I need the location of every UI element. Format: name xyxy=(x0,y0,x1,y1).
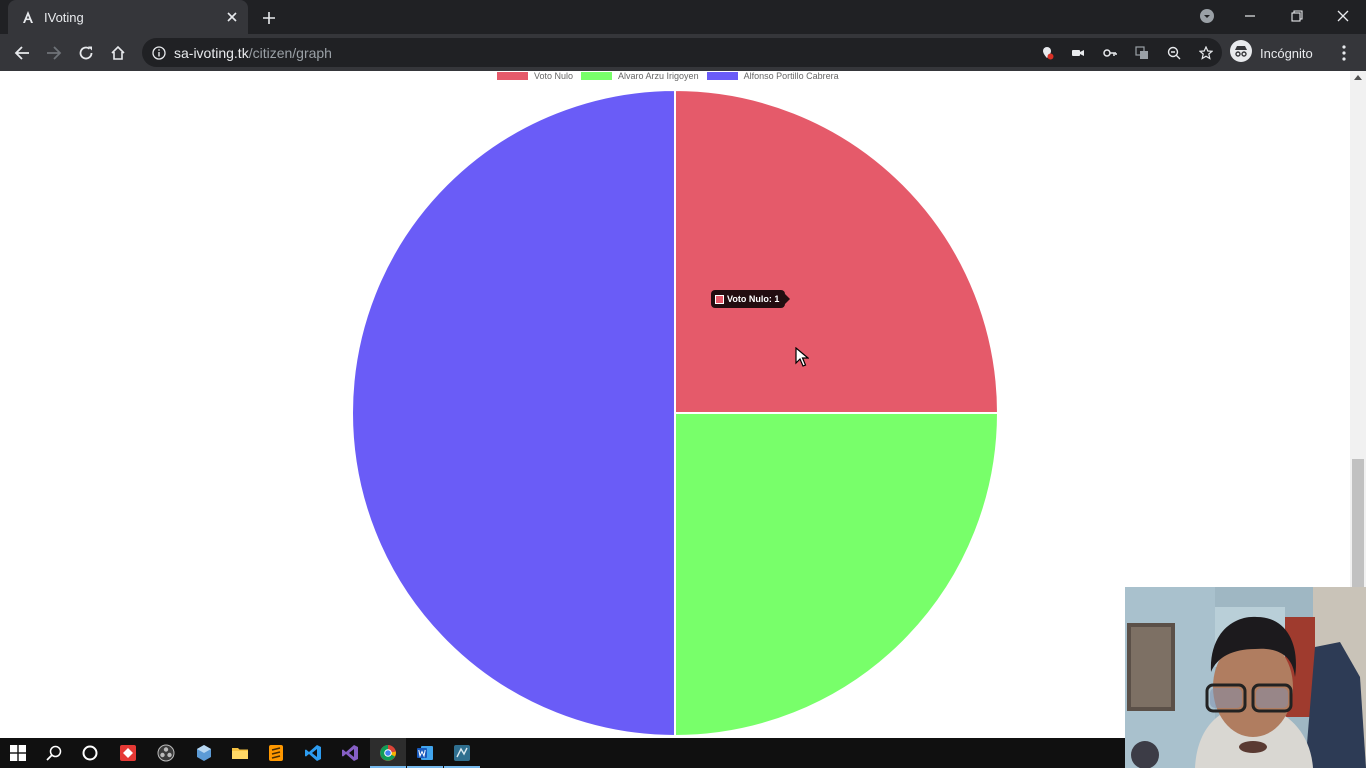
search-icon[interactable] xyxy=(36,738,72,768)
pie-slice[interactable] xyxy=(351,88,676,738)
chart-tooltip: Voto Nulo: 1 xyxy=(711,290,791,308)
url-host: sa-ivoting.tk xyxy=(174,45,249,61)
legend-item[interactable]: Alfonso Portillo Cabrera xyxy=(706,71,839,81)
location-blocked-icon[interactable] xyxy=(1036,42,1058,64)
tab-ivoting[interactable]: IVoting xyxy=(8,0,248,34)
url-text[interactable]: sa-ivoting.tk/citizen/graph xyxy=(174,45,332,61)
incognito-profile-button[interactable]: Incógnito xyxy=(1230,39,1313,67)
legend-label: Voto Nulo xyxy=(534,71,574,81)
minimize-icon[interactable] xyxy=(1228,0,1272,32)
camera-icon[interactable] xyxy=(1067,42,1089,64)
restore-icon[interactable] xyxy=(1275,0,1319,32)
profile-label: Incógnito xyxy=(1260,45,1313,61)
pie-slice[interactable] xyxy=(674,88,1000,414)
pie-slice[interactable] xyxy=(674,412,1000,738)
home-icon[interactable] xyxy=(104,39,132,67)
legend-swatch xyxy=(706,72,738,80)
file-explorer-icon[interactable] xyxy=(222,738,258,768)
address-bar[interactable]: sa-ivoting.tk/citizen/graph xyxy=(142,38,1222,67)
tab-search-icon[interactable] xyxy=(1185,0,1229,32)
virtualbox-icon[interactable] xyxy=(186,738,222,768)
anydesk-icon[interactable] xyxy=(110,738,146,768)
legend-swatch xyxy=(581,72,613,80)
forward-icon[interactable] xyxy=(40,39,68,67)
legend-item[interactable]: Voto Nulo xyxy=(497,71,573,81)
sublime-text-icon[interactable] xyxy=(258,738,294,768)
chart-legend: Voto Nulo Alvaro Arzu Irigoyen Alfonso Por… xyxy=(497,71,847,81)
visual-studio-icon[interactable] xyxy=(332,738,368,768)
scroll-up-arrow-icon[interactable] xyxy=(1354,75,1362,80)
tab-close-icon[interactable] xyxy=(222,7,242,27)
back-icon[interactable] xyxy=(8,39,36,67)
incognito-icon xyxy=(1230,39,1252,67)
word-icon[interactable] xyxy=(407,738,443,768)
bookmark-star-icon[interactable] xyxy=(1195,42,1217,64)
legend-label: Alvaro Arzu Irigoyen xyxy=(618,71,699,81)
browser-toolbar: sa-ivoting.tk/citizen/graph Incógnito xyxy=(0,34,1366,71)
legend-label: Alfonso Portillo Cabrera xyxy=(743,71,839,81)
translate-icon[interactable] xyxy=(1131,42,1153,64)
close-window-icon[interactable] xyxy=(1321,0,1365,32)
angular-favicon-icon xyxy=(20,9,36,25)
obs-icon[interactable] xyxy=(148,738,184,768)
mouse-cursor-icon xyxy=(795,347,809,367)
mysql-workbench-icon[interactable] xyxy=(444,738,480,768)
tooltip-text: Voto Nulo: 1 xyxy=(727,294,780,304)
menu-kebab-icon[interactable] xyxy=(1330,39,1358,67)
key-icon[interactable] xyxy=(1099,42,1121,64)
vscode-icon[interactable] xyxy=(295,738,331,768)
webcam-overlay xyxy=(1125,587,1366,768)
url-path: /citizen/graph xyxy=(248,45,332,61)
legend-item[interactable]: Alvaro Arzu Irigoyen xyxy=(581,71,699,81)
site-info-icon[interactable] xyxy=(148,42,170,64)
chrome-icon[interactable] xyxy=(370,738,406,768)
start-icon[interactable] xyxy=(0,738,36,768)
tooltip-swatch xyxy=(715,294,724,304)
cortana-icon[interactable] xyxy=(72,738,108,768)
legend-swatch xyxy=(497,72,528,80)
reload-icon[interactable] xyxy=(72,39,100,67)
new-tab-icon[interactable] xyxy=(258,7,280,29)
tab-strip: IVoting xyxy=(0,0,1366,34)
tab-title: IVoting xyxy=(44,9,84,25)
zoom-out-icon[interactable] xyxy=(1163,42,1185,64)
